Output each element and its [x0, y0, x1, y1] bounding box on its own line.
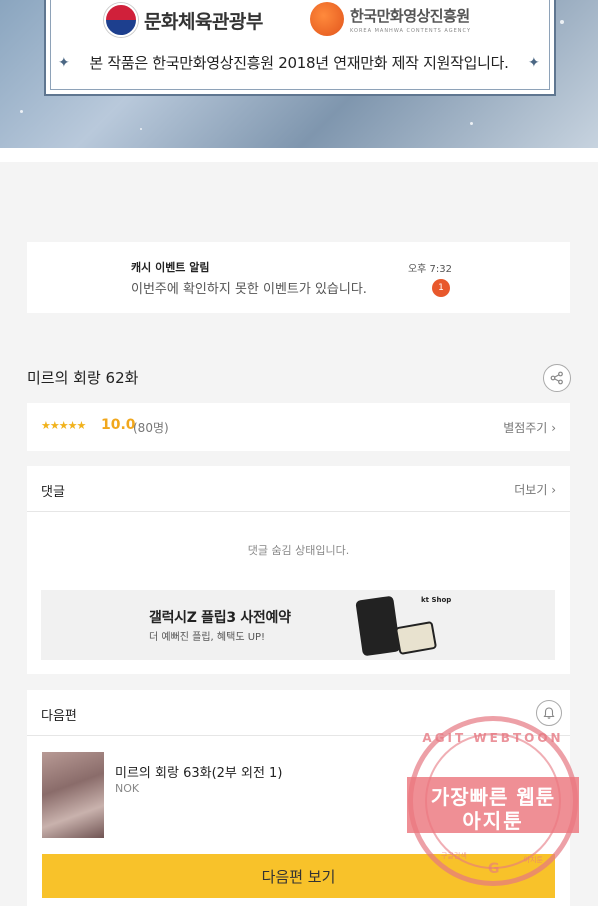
taegeuk-icon: [104, 3, 138, 37]
rate-button[interactable]: 별점주기 ›: [503, 419, 556, 436]
notification-time: 오후 7:32: [407, 264, 452, 275]
phone-folded-image: [394, 620, 438, 656]
sparkle-decoration: [560, 20, 564, 24]
ad-title: 갤럭시Z 플립3 사전예약: [149, 610, 291, 626]
comments-header: 댓글 더보기 ›: [27, 466, 570, 512]
watermark-stamp: AGIT WEBTOON 가장빠른 웹툰 아지툰 구글검색 G 아지툰: [407, 716, 579, 886]
sparkle-decoration: [140, 128, 142, 130]
star-rating-icon: ★★★★★: [41, 419, 86, 432]
watermark-band: 가장빠른 웹툰 아지툰: [407, 777, 579, 833]
notification-message: 이번주에 확인하지 못한 이벤트가 있습니다.: [131, 282, 367, 297]
banner-bottom-strip: [0, 148, 598, 162]
share-button[interactable]: [543, 364, 571, 392]
kocca-english-name: KOREA MANHWA CONTENTS AGENCY: [350, 27, 472, 34]
notify-button[interactable]: [536, 700, 562, 726]
sparkle-decoration: [20, 110, 23, 113]
kocca-logo: 한국만화영상진흥원 KOREA MANHWA CONTENTS AGENCY: [310, 2, 471, 36]
comments-card: 댓글 더보기 › 댓글 숨김 상태입니다. 갤럭시Z 플립3 사전예약 더 예뻐…: [27, 466, 570, 674]
rate-button-label: 별점주기: [503, 421, 548, 435]
bell-icon: [543, 707, 555, 719]
watermark-ring-text: AGIT WEBTOON: [422, 731, 564, 745]
watermark-bottom-right: 아지툰: [523, 856, 543, 864]
comments-title: 댓글: [41, 485, 65, 500]
rating-count: (80명): [133, 421, 169, 435]
chevron-right-icon: ›: [551, 421, 556, 435]
support-notice: 본 작품은 한국만화영상진흥원 2018년 연재만화 제작 지원작입니다.: [89, 54, 509, 72]
notification-title: 캐시 이벤트 알림: [131, 261, 210, 274]
share-icon: [550, 371, 563, 385]
google-icon: G: [488, 861, 500, 877]
phone-image: [355, 595, 401, 657]
next-episode-thumbnail[interactable]: [42, 752, 104, 838]
more-label: 더보기: [514, 483, 548, 497]
rating-card: ★★★★★ 10.0 (80명) 별점주기 ›: [27, 403, 570, 451]
kocca-icon: [310, 2, 344, 36]
ad-banner[interactable]: 갤럭시Z 플립3 사전예약 더 예뻐진 플립, 혜택도 UP! kt Shop: [41, 590, 555, 660]
ad-subtitle: 더 예뻐진 플립, 혜택도 UP!: [149, 632, 266, 643]
diamond-ornament-icon: ✦: [528, 55, 540, 71]
watermark-bottom-left: 구글검색: [441, 852, 467, 860]
rating-score: 10.0: [101, 417, 136, 433]
comments-more-button[interactable]: 더보기 ›: [514, 481, 556, 498]
chevron-right-icon: ›: [551, 483, 556, 497]
event-notification[interactable]: 캐시 이벤트 알림 이번주에 확인하지 못한 이벤트가 있습니다. 오후 7:3…: [27, 242, 570, 313]
next-episode-section-title: 다음편: [41, 709, 77, 724]
sponsor-banner: 문화체육관광부 한국만화영상진흥원 KOREA MANHWA CONTENTS …: [0, 0, 598, 148]
moc-name: 문화체육관광부: [144, 10, 263, 33]
notification-badge: 1: [432, 279, 450, 297]
kt-shop-logo: kt Shop: [421, 596, 452, 604]
watermark-line2: 아지툰: [462, 809, 524, 833]
episode-title: 미르의 회랑 62화: [27, 369, 139, 387]
kocca-name: 한국만화영상진흥원: [350, 6, 470, 25]
moc-logo: 문화체육관광부: [104, 3, 263, 37]
next-episode-title[interactable]: 미르의 회랑 63화(2부 외전 1): [115, 762, 282, 781]
comments-hidden-message: 댓글 숨김 상태입니다.: [247, 544, 350, 557]
next-episode-author: NOK: [115, 782, 140, 795]
sparkle-decoration: [470, 122, 473, 125]
